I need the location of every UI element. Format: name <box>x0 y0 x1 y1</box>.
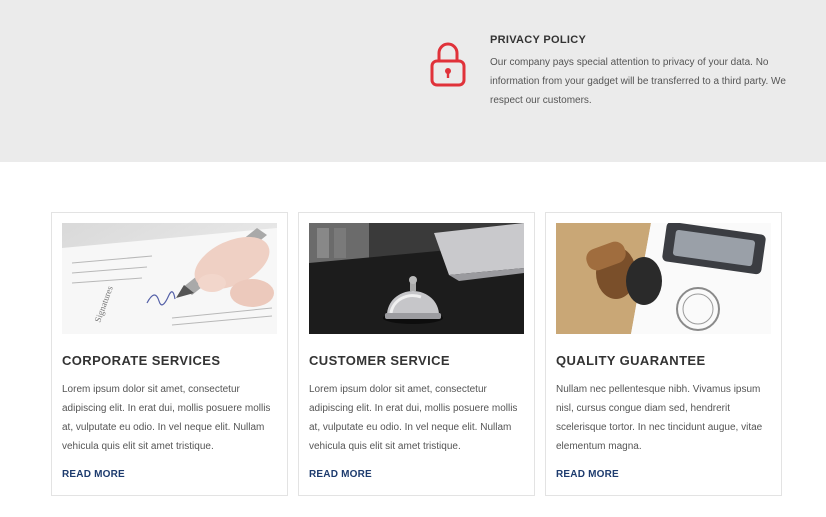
card-customer-service: CUSTOMER SERVICE Lorem ipsum dolor sit a… <box>298 212 535 496</box>
card-text: Nullam nec pellentesque nibh. Vivamus ip… <box>556 384 763 452</box>
card-text: Lorem ipsum dolor sit amet, consectetur … <box>309 384 518 452</box>
privacy-band: PRIVACY POLICY Our company pays special … <box>0 0 826 162</box>
privacy-title: PRIVACY POLICY <box>490 34 587 46</box>
card-corporate-services: Signatures CORPORATE SERVICES Lorem ipsu… <box>51 212 288 496</box>
card-title: QUALITY GUARANTEE <box>556 353 706 368</box>
read-more-link[interactable]: READ MORE <box>309 469 372 480</box>
signing-document-image: Signatures <box>62 223 277 334</box>
lock-icon <box>430 42 466 87</box>
services-cards: Signatures CORPORATE SERVICES Lorem ipsu… <box>51 212 783 496</box>
service-bell-image <box>309 223 524 334</box>
card-text: Lorem ipsum dolor sit amet, consectetur … <box>62 384 271 452</box>
card-quality-guarantee: QUALITY GUARANTEE Nullam nec pellentesqu… <box>545 212 782 496</box>
privacy-text: Our company pays special attention to pr… <box>490 57 786 106</box>
quality-stamp-image <box>556 223 771 334</box>
card-title: CORPORATE SERVICES <box>62 353 221 368</box>
read-more-link[interactable]: READ MORE <box>556 469 619 480</box>
card-title: CUSTOMER SERVICE <box>309 353 451 368</box>
read-more-link[interactable]: READ MORE <box>62 469 125 480</box>
